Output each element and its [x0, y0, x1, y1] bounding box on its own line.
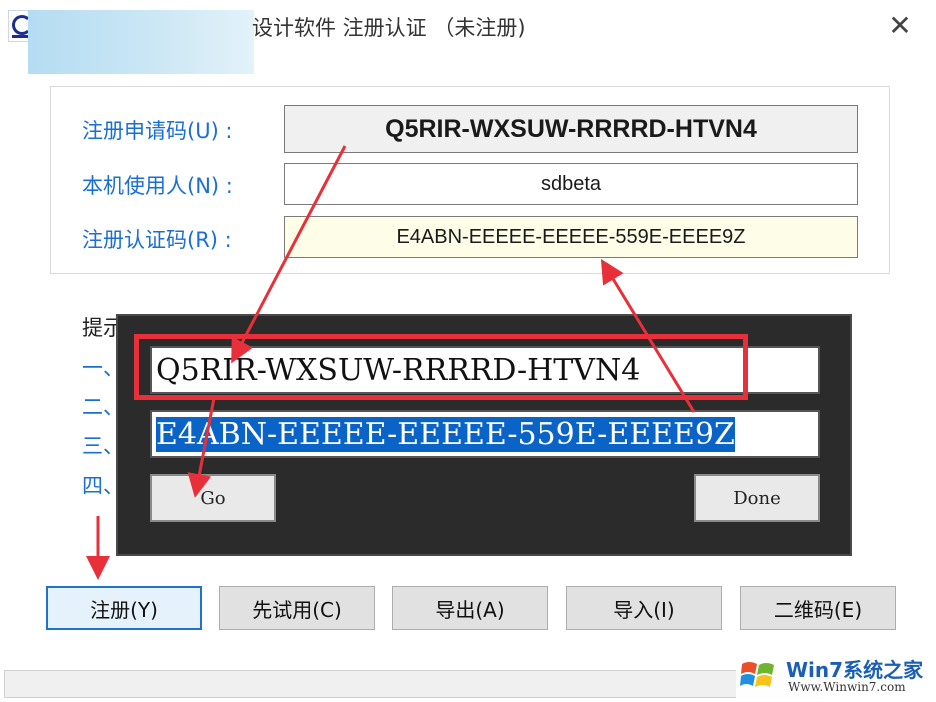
watermark: Win7系统之家 Www.Winwin7.com — [736, 652, 932, 698]
register-button[interactable]: 注册(Y) — [46, 586, 202, 630]
keygen-generated-code-field[interactable]: E4ABN-EEEEE-EEEEE-559E-EEEE9Z — [150, 410, 820, 458]
watermark-brand: Win7系统之家 — [786, 658, 924, 682]
close-button[interactable]: ✕ — [880, 6, 920, 44]
windows-flag-icon — [740, 662, 774, 687]
apply-code-label: 注册申请码(U) : — [82, 119, 233, 143]
keygen-go-button[interactable]: Go — [150, 474, 276, 522]
watermark-url: Www.Winwin7.com — [788, 680, 906, 694]
apply-code-field[interactable]: Q5RIR-WXSUW-RRRRD-HTVN4 — [284, 105, 858, 153]
import-button[interactable]: 导入(I) — [566, 586, 722, 630]
title-bar: 设计软件 注册认证 （未注册) ✕ — [0, 0, 936, 74]
registration-window: 设计软件 注册认证 （未注册) ✕ 注册申请码(U) : Q5RIR-WXSUW… — [0, 0, 936, 702]
auth-code-label: 注册认证码(R) : — [82, 228, 232, 252]
export-button[interactable]: 导出(A) — [392, 586, 548, 630]
status-bar — [4, 670, 824, 698]
keygen-done-button[interactable]: Done — [694, 474, 820, 522]
close-icon: ✕ — [888, 8, 912, 42]
user-label: 本机使用人(N) : — [82, 174, 233, 198]
window-title: 设计软件 注册认证 （未注册) — [252, 16, 526, 40]
auth-code-field[interactable]: E4ABN-EEEEE-EEEEE-559E-EEEE9Z — [284, 216, 858, 258]
keygen-window: Q5RIR-WXSUW-RRRRD-HTVN4 E4ABN-EEEEE-EEEE… — [116, 314, 852, 556]
qrcode-button[interactable]: 二维码(E) — [740, 586, 896, 630]
keygen-request-code-field[interactable]: Q5RIR-WXSUW-RRRRD-HTVN4 — [150, 346, 820, 394]
keygen-generated-code-selection: E4ABN-EEEEE-EEEEE-559E-EEEE9Z — [156, 416, 735, 452]
user-field[interactable]: sdbeta — [284, 163, 858, 205]
redacted-title-area — [28, 10, 254, 74]
trial-button[interactable]: 先试用(C) — [219, 586, 375, 630]
